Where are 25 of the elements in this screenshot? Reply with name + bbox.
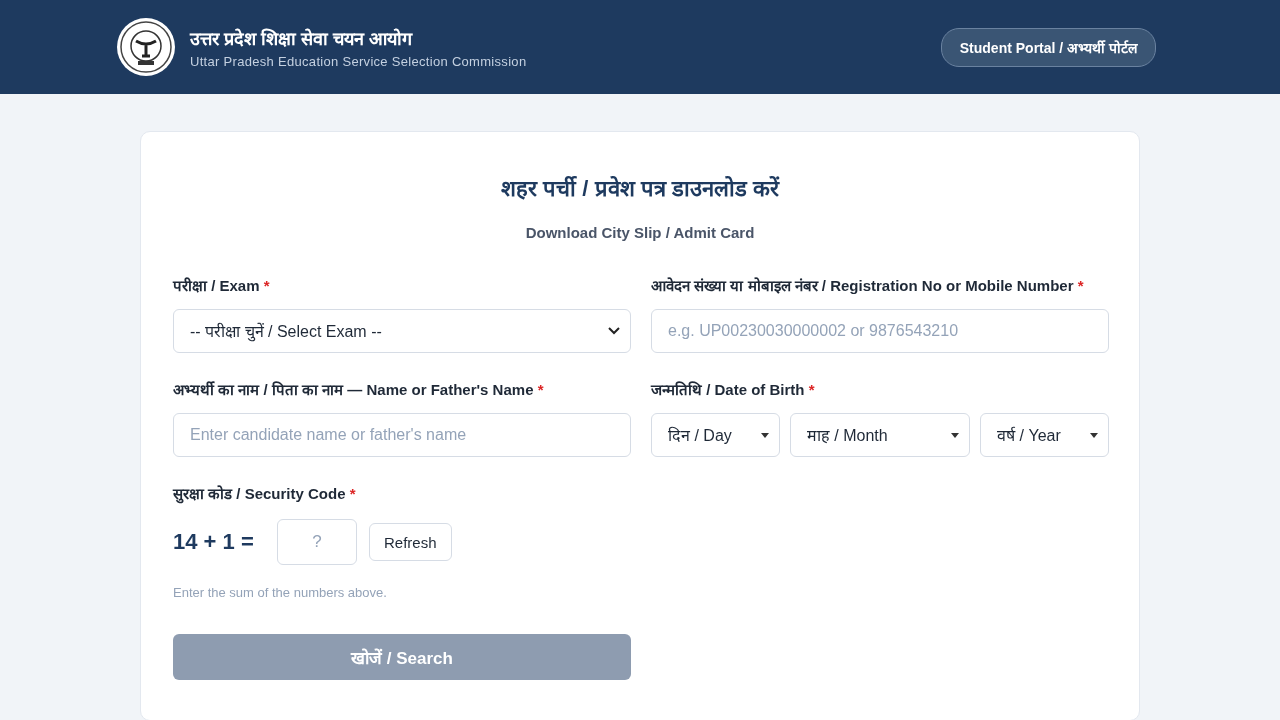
caret-icon — [1090, 432, 1098, 438]
emblem-logo-icon — [116, 17, 176, 77]
answer-field[interactable]: ? — [277, 519, 357, 565]
date-select[interactable]: वर्ष / Year — [980, 413, 1109, 457]
field-label: परीक्षा / Exam * — [173, 276, 271, 296]
exam-select[interactable]: -- परीक्षा चुनें / Select Exam -- — [173, 309, 631, 353]
field-label: अभ्यर्थी का नाम / पिता का नाम — Name or Father's Name * — [173, 380, 545, 400]
field-label: आवेदन संख्या या मोबाइल नंबर / Registration No or Mobile Number * — [651, 276, 1085, 296]
hint-text: Enter the sum of the numbers above. — [173, 585, 388, 600]
caret-icon — [951, 432, 960, 438]
field-label: सुरक्षा कोड / Security Code * — [173, 484, 357, 505]
header-title: उत्तर प्रदेश शिक्षा सेवा चयन आयोग — [190, 27, 414, 50]
chevron-down-icon — [608, 327, 620, 335]
date-select[interactable]: दिन / Day — [651, 413, 780, 457]
card-subtitle: Download City Slip / Admit Card — [524, 224, 756, 241]
input-field[interactable]: Enter candidate name or father's name — [173, 413, 631, 457]
card-title: शहर पर्ची / प्रवेश पत्र डाउनलोड करें — [500, 175, 781, 202]
header-subtitle: Uttar Pradesh Education Service Selection Commission — [190, 53, 527, 69]
input-field[interactable]: e.g. UP00230030000002 or 9876543210 — [651, 309, 1109, 353]
refresh-button[interactable]: Refresh — [369, 523, 452, 561]
captcha-question: 14 + 1 = — [173, 529, 255, 555]
student-portal-button[interactable]: Student Portal / अभ्यर्थी पोर्टल — [940, 27, 1156, 67]
caret-icon — [760, 432, 769, 438]
field-label: जन्मतिथि / Date of Birth * — [651, 380, 816, 400]
date-select[interactable]: माह / Month — [789, 413, 971, 457]
